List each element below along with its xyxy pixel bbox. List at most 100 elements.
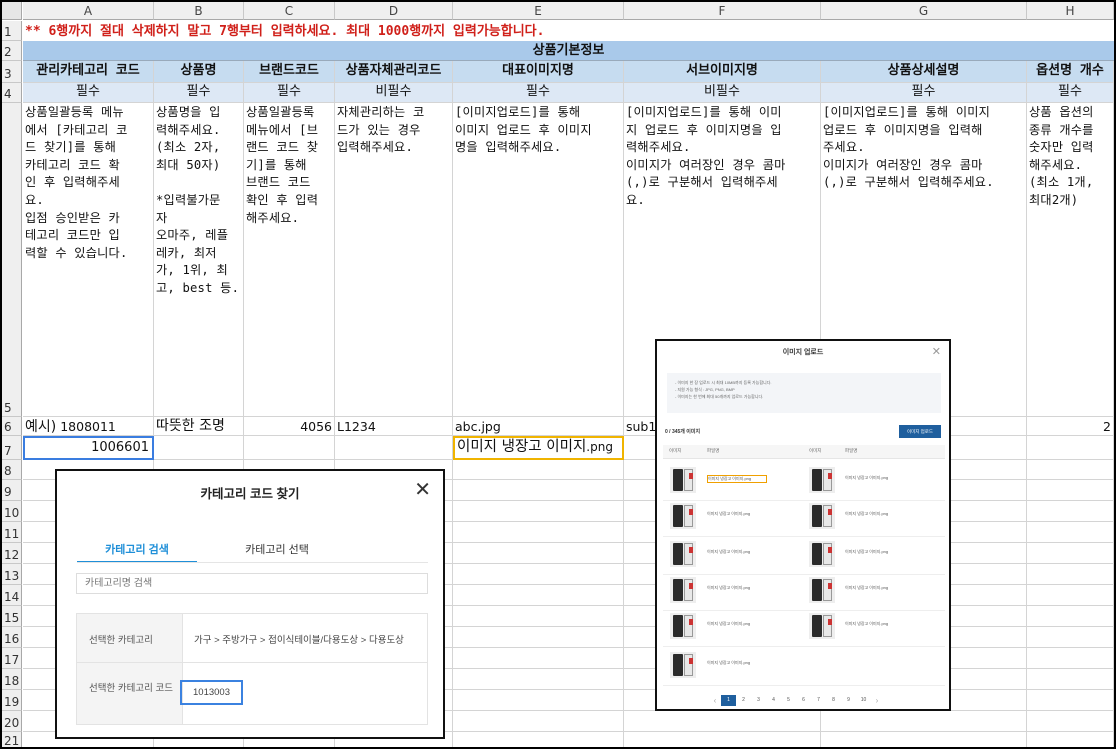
cell-h18[interactable] bbox=[1027, 669, 1114, 690]
cell-h7[interactable] bbox=[1027, 436, 1114, 460]
cell-e18[interactable] bbox=[453, 669, 624, 690]
row-header-12[interactable]: 12 bbox=[2, 543, 22, 564]
cell-f21[interactable] bbox=[624, 732, 821, 747]
description-e[interactable]: [이미지업로드]를 통해 이미지 업로드 후 이미지 명을 입력해주세요. bbox=[453, 103, 624, 417]
category-search-input[interactable] bbox=[76, 573, 428, 594]
row-header-3[interactable]: 3 bbox=[2, 61, 22, 83]
close-icon[interactable]: ✕ bbox=[414, 480, 431, 500]
column-header-b[interactable]: B bbox=[154, 2, 244, 20]
row-header-11[interactable]: 11 bbox=[2, 522, 22, 543]
header-d[interactable]: 상품자체관리코드 bbox=[335, 61, 453, 83]
description-d[interactable]: 자체관리하는 코 드가 있는 경우 입력해주세요. bbox=[335, 103, 453, 417]
row-header-5[interactable]: 5 bbox=[2, 103, 22, 417]
required-f[interactable]: 비필수 bbox=[624, 83, 821, 103]
example-cell-h[interactable]: 2 bbox=[1027, 417, 1114, 436]
column-header-a[interactable]: A bbox=[23, 2, 154, 20]
image-upload-button[interactable]: 이미지 업로드 bbox=[899, 425, 941, 438]
required-d[interactable]: 비필수 bbox=[335, 83, 453, 103]
image-file-name[interactable]: 이미지 냉장고 이미지.png bbox=[707, 511, 767, 517]
page-6[interactable]: 6 bbox=[796, 695, 811, 706]
header-b[interactable]: 상품명 bbox=[154, 61, 244, 83]
cell-e11[interactable] bbox=[453, 522, 624, 543]
cell-a7-selected[interactable]: 1006601 bbox=[23, 436, 154, 460]
page-4[interactable]: 4 bbox=[766, 695, 781, 706]
image-file-name[interactable]: 이미지 냉장고 이미지.png bbox=[707, 621, 767, 627]
row-header-18[interactable]: 18 bbox=[2, 669, 22, 690]
row-header-21[interactable]: 21 bbox=[2, 732, 22, 747]
close-icon[interactable]: ✕ bbox=[932, 345, 941, 358]
cell-e7-highlighted[interactable]: 이미지 냉장고 이미지.png bbox=[453, 436, 624, 460]
image-file-name[interactable]: 이미지 냉장고 이미지.png bbox=[707, 585, 767, 591]
cell-h19[interactable] bbox=[1027, 690, 1114, 711]
cell-h13[interactable] bbox=[1027, 564, 1114, 585]
image-file-name[interactable]: 이미지 냉장고 이미지.png bbox=[707, 475, 767, 483]
description-h[interactable]: 상품 옵션의 종류 개수를 숫자만 입력 해주세요. (최소 1개, 최대2개) bbox=[1027, 103, 1114, 417]
row-header-13[interactable]: 13 bbox=[2, 564, 22, 585]
cell-e12[interactable] bbox=[453, 543, 624, 564]
column-header-h[interactable]: H bbox=[1027, 2, 1114, 20]
required-e[interactable]: 필수 bbox=[453, 83, 624, 103]
example-cell-d[interactable]: L1234 bbox=[335, 417, 453, 436]
cell-b7[interactable] bbox=[154, 436, 244, 460]
page-7[interactable]: 7 bbox=[811, 695, 826, 706]
page-9[interactable]: 9 bbox=[841, 695, 856, 706]
image-file-name[interactable]: 이미지 냉장고 이미지.png bbox=[845, 511, 905, 517]
row-header-8[interactable]: 8 bbox=[2, 460, 22, 480]
description-b[interactable]: 상품명을 입 력해주세요. (최소 2자, 최대 50자) *입력불가문 자 오… bbox=[154, 103, 244, 417]
row-header-17[interactable]: 17 bbox=[2, 648, 22, 669]
cell-h16[interactable] bbox=[1027, 627, 1114, 648]
page-8[interactable]: 8 bbox=[826, 695, 841, 706]
cell-e20[interactable] bbox=[453, 711, 624, 732]
row-header-16[interactable]: 16 bbox=[2, 627, 22, 648]
header-g[interactable]: 상품상세설명 bbox=[821, 61, 1027, 83]
cell-h9[interactable] bbox=[1027, 480, 1114, 501]
row-header-4[interactable]: 4 bbox=[2, 83, 22, 103]
required-a[interactable]: 필수 bbox=[23, 83, 154, 103]
row-header-14[interactable]: 14 bbox=[2, 585, 22, 606]
example-cell-a[interactable]: 예시) 1808011 bbox=[23, 417, 154, 436]
cell-e21[interactable] bbox=[453, 732, 624, 747]
required-h[interactable]: 필수 bbox=[1027, 83, 1114, 103]
image-file-name[interactable]: 이미지 냉장고 이미지.png bbox=[845, 585, 905, 591]
cell-h20[interactable] bbox=[1027, 711, 1114, 732]
cell-h17[interactable] bbox=[1027, 648, 1114, 669]
example-cell-e[interactable]: abc.jpg bbox=[453, 417, 624, 436]
description-c[interactable]: 상품일괄등록 메뉴에서 [브 랜드 코드 찾 기]를 통해 브랜드 코드 확인 … bbox=[244, 103, 335, 417]
cell-h14[interactable] bbox=[1027, 585, 1114, 606]
required-b[interactable]: 필수 bbox=[154, 83, 244, 103]
select-all-corner[interactable] bbox=[2, 2, 22, 20]
page-10[interactable]: 10 bbox=[856, 695, 871, 706]
cell-h8[interactable] bbox=[1027, 460, 1114, 480]
cell-e13[interactable] bbox=[453, 564, 624, 585]
row-header-9[interactable]: 9 bbox=[2, 480, 22, 501]
prev-page-icon[interactable]: ‹ bbox=[709, 696, 721, 705]
image-file-name[interactable]: 이미지 냉장고 이미지.png bbox=[845, 621, 905, 627]
page-3[interactable]: 3 bbox=[751, 695, 766, 706]
cell-h15[interactable] bbox=[1027, 606, 1114, 627]
header-c[interactable]: 브랜드코드 bbox=[244, 61, 335, 83]
cell-e10[interactable] bbox=[453, 501, 624, 522]
description-a[interactable]: 상품일괄등록 메뉴 에서 [카테고리 코 드 찾기]를 통해 카테고리 코드 확… bbox=[23, 103, 154, 417]
column-header-c[interactable]: C bbox=[244, 2, 335, 20]
column-header-e[interactable]: E bbox=[453, 2, 624, 20]
row-header-1[interactable]: 1 bbox=[2, 21, 22, 41]
column-header-f[interactable]: F bbox=[624, 2, 821, 20]
row-header-15[interactable]: 15 bbox=[2, 606, 22, 627]
row-header-20[interactable]: 20 bbox=[2, 711, 22, 732]
cell-g21[interactable] bbox=[821, 732, 1027, 747]
cell-e8[interactable] bbox=[453, 460, 624, 480]
header-e[interactable]: 대표이미지명 bbox=[453, 61, 624, 83]
cell-e15[interactable] bbox=[453, 606, 624, 627]
required-c[interactable]: 필수 bbox=[244, 83, 335, 103]
cell-e17[interactable] bbox=[453, 648, 624, 669]
image-file-name[interactable]: 이미지 냉장고 이미지.png bbox=[707, 549, 767, 555]
tab-category-search[interactable]: 카테고리 검색 bbox=[77, 541, 197, 557]
cell-g20[interactable] bbox=[821, 711, 1027, 732]
header-a[interactable]: 관리카테고리 코드 bbox=[23, 61, 154, 83]
header-f[interactable]: 서브이미지명 bbox=[624, 61, 821, 83]
cell-e9[interactable] bbox=[453, 480, 624, 501]
row-header-10[interactable]: 10 bbox=[2, 501, 22, 522]
page-2[interactable]: 2 bbox=[736, 695, 751, 706]
cell-d7[interactable] bbox=[335, 436, 453, 460]
tab-category-select[interactable]: 카테고리 선택 bbox=[217, 541, 337, 557]
